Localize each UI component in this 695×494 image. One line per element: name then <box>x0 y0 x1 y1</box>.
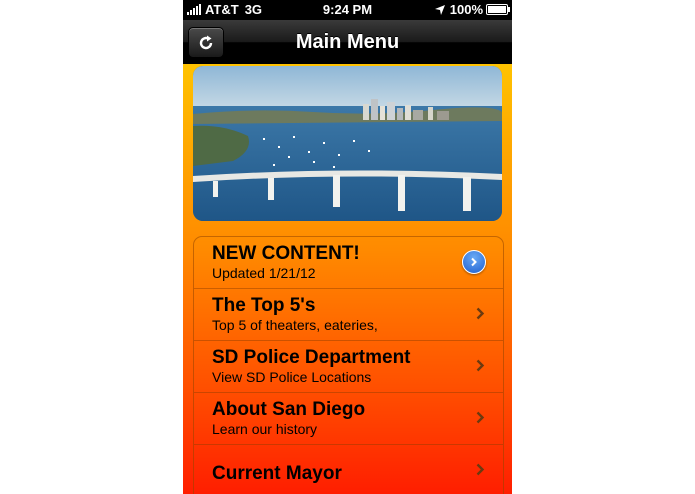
page-title: Main Menu <box>295 31 400 53</box>
chevron-right-icon <box>476 307 485 320</box>
main-menu-list: NEW CONTENT! Updated 1/21/12 The Top 5's… <box>193 236 504 494</box>
chevron-right-icon <box>476 463 485 476</box>
status-right: 100% <box>434 2 510 17</box>
menu-item-sd-police[interactable]: SD Police Department View SD Police Loca… <box>194 341 503 393</box>
menu-item-subtitle: Top 5 of theaters, eateries, <box>212 317 378 333</box>
menu-item-top-5[interactable]: The Top 5's Top 5 of theaters, eateries, <box>194 289 503 341</box>
chevron-right-icon <box>476 359 485 372</box>
app-screen: AT&T 3G 9:24 PM 100% Main Menu NEW CONTE… <box>183 0 512 494</box>
battery-percent: 100% <box>449 2 483 17</box>
detail-disclosure-icon[interactable] <box>462 250 486 274</box>
menu-item-about-san-diego[interactable]: About San Diego Learn our history <box>194 393 503 445</box>
menu-item-new-content[interactable]: NEW CONTENT! Updated 1/21/12 <box>194 237 503 289</box>
menu-item-subtitle: Updated 1/21/12 <box>212 265 316 281</box>
menu-item-title: Current Mayor <box>212 463 342 484</box>
location-arrow-icon <box>434 4 445 15</box>
navigation-bar: Main Menu <box>183 20 512 64</box>
hero-image <box>193 66 502 221</box>
battery-icon <box>486 4 510 15</box>
menu-item-title: About San Diego <box>212 399 366 420</box>
menu-item-subtitle: View SD Police Locations <box>212 369 372 385</box>
menu-item-title: SD Police Department <box>212 347 411 368</box>
menu-item-title: NEW CONTENT! <box>212 243 360 264</box>
menu-item-title: The Top 5's <box>212 295 316 316</box>
menu-item-subtitle: Learn our history <box>212 421 318 437</box>
chevron-right-icon <box>476 411 485 424</box>
menu-item-current-mayor[interactable]: Current Mayor <box>194 445 503 494</box>
san-diego-bay-photo <box>193 66 502 221</box>
status-bar: AT&T 3G 9:24 PM 100% <box>183 0 512 20</box>
